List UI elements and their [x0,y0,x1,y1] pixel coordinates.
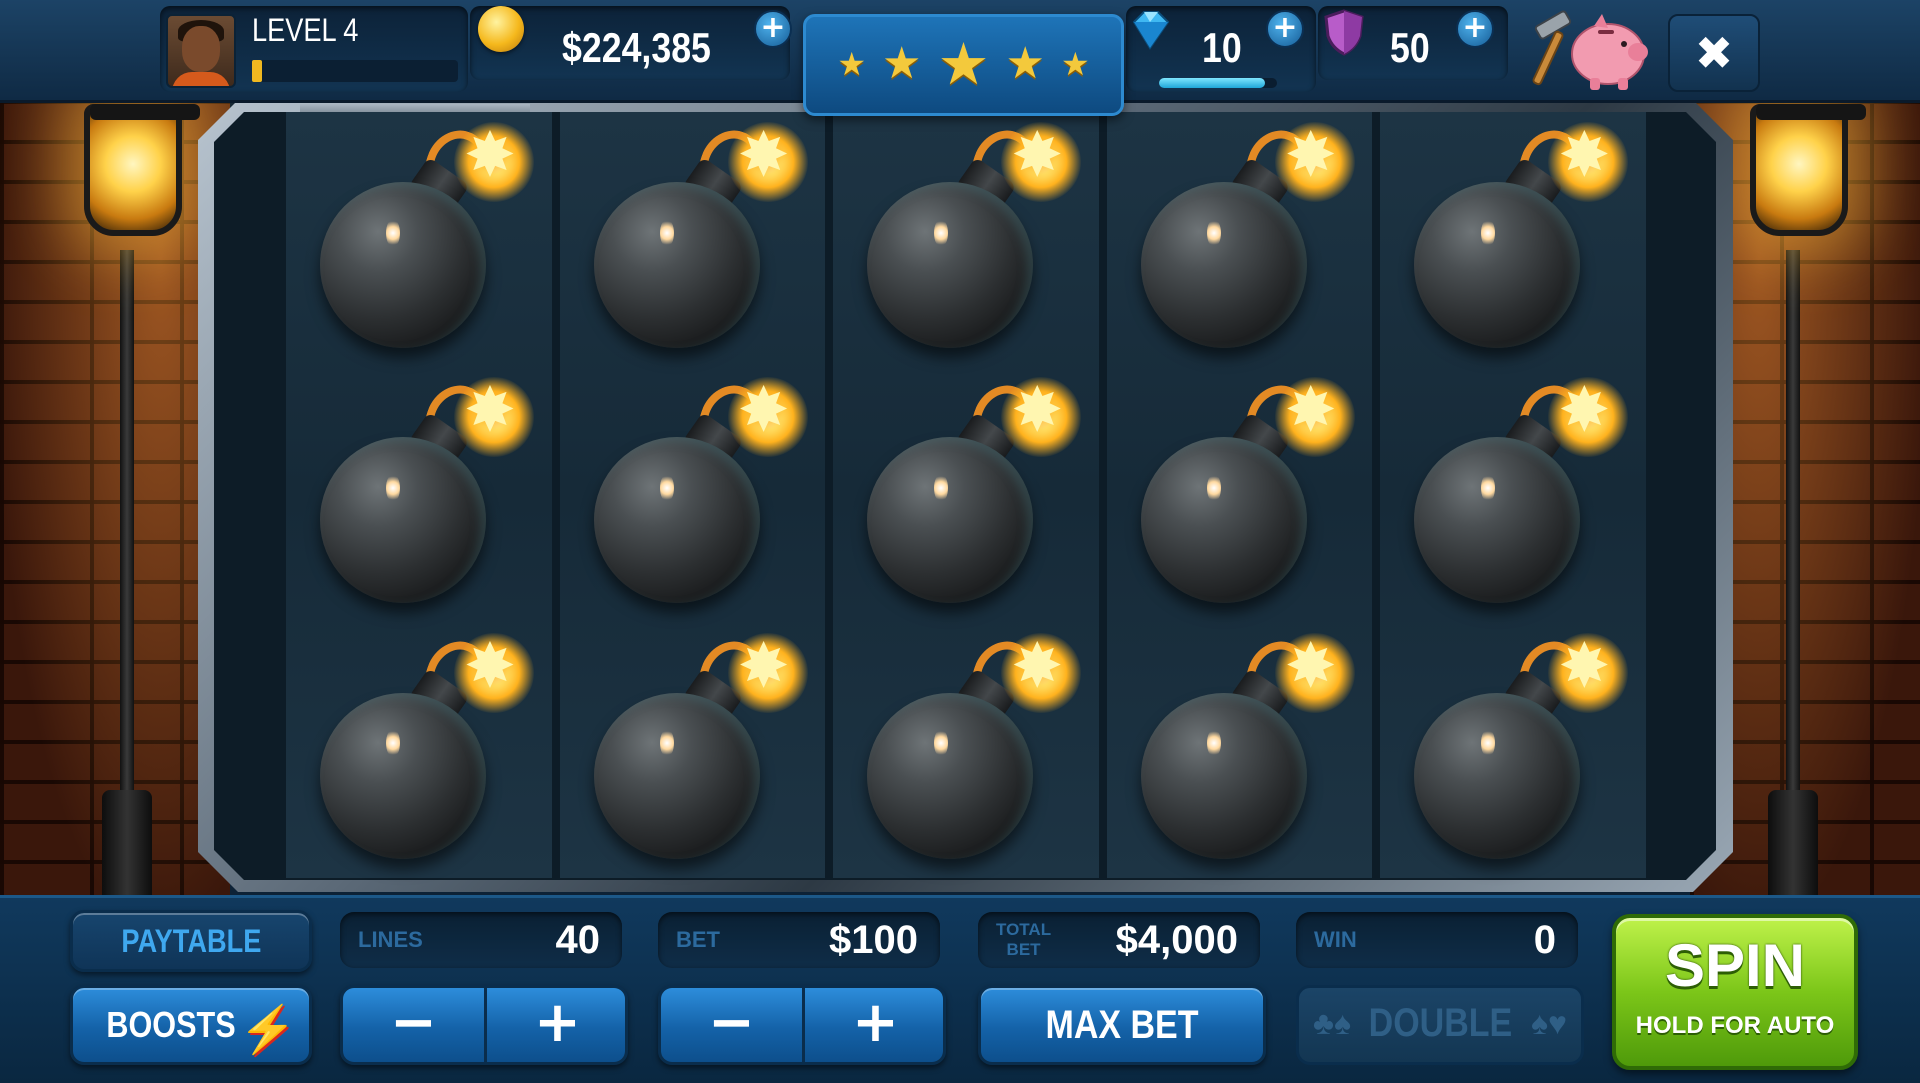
double-label: DOUBLE [1368,1001,1512,1045]
piggy-bank-button[interactable] [1514,8,1654,94]
add-shields-button[interactable]: + [1456,10,1494,48]
star-rating: ★ ★ ★ ★ ★ [806,35,1121,93]
reel-cell [286,623,552,878]
reel-column [1380,112,1646,878]
lines-label: LINES [358,927,423,952]
bet-decrease-button[interactable]: − [661,988,802,1062]
reel-cell [560,112,826,367]
star-icon: ★ [837,45,867,83]
level-progress-fill [252,60,263,82]
add-gems-button[interactable]: + [1266,10,1304,48]
win-field: WIN 0 [1296,912,1578,968]
star-icon: ★ [1005,38,1045,89]
lines-field: LINES 40 [340,912,622,968]
level-progress-bar [252,60,458,82]
reel-cell [1107,623,1373,878]
lines-decrease-button[interactable]: − [343,988,484,1062]
reel-grid [286,112,1646,878]
reel-column [286,112,552,878]
reel-cell [1380,367,1646,622]
gem-icon [1132,11,1170,50]
total-bet-field: TOTAL BET $4,000 [978,912,1260,968]
star-icon: ★ [1060,45,1090,83]
paytable-button[interactable]: PAYTABLE [70,910,312,972]
star-rating-panel: ★ ★ ★ ★ ★ [803,14,1124,116]
add-coins-button[interactable]: + [754,10,792,48]
card-suits-icon: ♠♥ [1531,1005,1567,1041]
double-button[interactable]: ♣♠ DOUBLE ♠♥ [1296,985,1584,1065]
reel-column [833,112,1099,878]
lines-stepper: − + [340,985,628,1065]
close-icon: ✖ [1694,26,1734,80]
win-label: WIN [1314,927,1357,952]
piggy-bank-icon [1571,14,1648,90]
reel-cell [1380,112,1646,367]
coin-balance: $224,385 [562,24,711,71]
total-bet-label-line2: BET [1006,940,1041,959]
spin-label: SPIN [1664,932,1806,999]
reel-cell [286,112,552,367]
bet-field: BET $100 [658,912,940,968]
level-label: LEVEL 4 [252,12,359,48]
total-bet-value: $4,000 [1115,918,1238,962]
hammer-icon [1532,10,1572,86]
spin-button[interactable]: SPIN HOLD FOR AUTO [1612,914,1858,1070]
bet-value: $100 [829,918,918,962]
spin-sub-label: HOLD FOR AUTO [1635,1012,1835,1039]
gem-count: 10 [1202,24,1242,71]
shield-count: 50 [1390,24,1430,71]
reel-cell [560,367,826,622]
reel-cell [286,367,552,622]
reel-cell [833,112,1099,367]
close-button[interactable]: ✖ [1668,14,1760,92]
reel-cell [560,623,826,878]
paytable-label: PAYTABLE [120,923,262,959]
win-value: 0 [1533,918,1556,962]
bet-label: BET [676,927,720,952]
lines-increase-button[interactable]: + [484,988,625,1062]
bet-increase-button[interactable]: + [802,988,943,1062]
coin-icon [478,6,524,52]
bet-stepper: − + [658,985,946,1065]
reel-column [1106,112,1373,878]
card-suits-icon: ♣♠ [1313,1005,1351,1041]
gem-progress-fill [1159,78,1266,88]
reel-column [559,112,826,878]
bolt-icon: ⚡ [239,1003,297,1055]
street-lamp-left [72,100,200,900]
shield-icon [1324,9,1364,56]
total-bet-label: TOTAL BET [996,920,1051,976]
boosts-label: BOOSTS [106,1004,236,1045]
reel-cell [1107,112,1373,367]
reel-cell [833,623,1099,878]
boosts-button[interactable]: BOOSTS ⚡ [70,985,312,1065]
max-bet-button[interactable]: MAX BET [978,985,1266,1065]
reel-cell [1380,623,1646,878]
star-icon: ★ [882,38,922,89]
street-lamp-right [1738,100,1866,900]
lines-value: 40 [555,918,601,962]
star-icon: ★ [937,30,990,98]
total-bet-label-line1: TOTAL [996,920,1052,939]
max-bet-label: MAX BET [1045,1003,1199,1047]
reel-cell [1107,367,1373,622]
gem-progress-bar [1159,78,1277,88]
reel-cell [833,367,1099,622]
avatar[interactable] [166,14,236,88]
